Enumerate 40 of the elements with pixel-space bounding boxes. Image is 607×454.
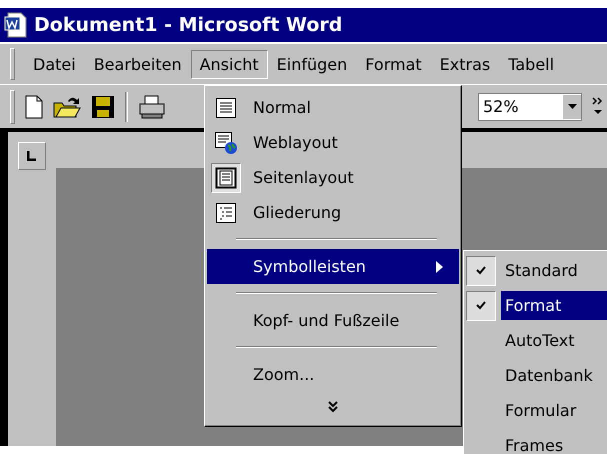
menu-item[interactable]: Seitenlayout <box>207 160 459 195</box>
menu-item[interactable]: Weblayout <box>207 125 459 160</box>
menu-item[interactable]: Format <box>356 50 431 78</box>
dropdown-arrow-icon <box>568 104 576 109</box>
tab-stop-button[interactable] <box>18 142 46 170</box>
menu-item[interactable]: Zoom... <box>207 357 459 392</box>
menu-item[interactable]: Datei <box>24 50 85 78</box>
menu-item[interactable]: Datenbank <box>501 361 607 390</box>
menu-item[interactable]: Symbolleisten <box>207 249 459 284</box>
menu-item[interactable]: Format <box>501 291 607 320</box>
page-icon <box>215 96 237 118</box>
window-title: Dokument1 - Microsoft Word <box>34 14 342 36</box>
menu-item[interactable]: AutoText <box>501 326 607 355</box>
save-icon[interactable] <box>91 94 115 118</box>
checkmark-box[interactable] <box>466 290 496 320</box>
left-tab-icon <box>27 151 37 161</box>
menu-item[interactable]: Ansicht <box>190 50 268 78</box>
zoom-dropdown[interactable]: 52% <box>478 92 582 120</box>
checkmark-icon <box>476 301 486 310</box>
printer-icon[interactable] <box>138 94 166 118</box>
document-icon <box>4 12 28 38</box>
menu-item[interactable]: Bearbeiten <box>84 50 191 78</box>
menu-item[interactable]: Standard <box>501 256 607 285</box>
menu-item[interactable]: Einfügen <box>268 50 356 78</box>
menu-item[interactable]: Kopf- und Fußzeile <box>207 303 459 338</box>
open-folder-icon[interactable] <box>53 94 81 118</box>
menu-item[interactable]: Formular <box>501 396 607 425</box>
new-document-icon[interactable] <box>25 94 43 118</box>
checkmark-box[interactable] <box>466 256 496 286</box>
expand-chevron-icon[interactable] <box>328 401 338 413</box>
outline-icon <box>215 202 237 224</box>
web-page-icon <box>214 130 238 154</box>
menu-item[interactable]: Normal <box>207 90 459 125</box>
page-layout-icon <box>215 166 237 188</box>
menu-item[interactable]: Frames <box>501 431 607 454</box>
checkmark-icon <box>476 266 486 275</box>
menu-item[interactable]: Tabell <box>499 50 564 78</box>
menu-item[interactable]: Extras <box>430 50 500 78</box>
submenu-arrow-icon <box>436 260 443 272</box>
menu-item[interactable]: Gliederung <box>207 195 459 230</box>
